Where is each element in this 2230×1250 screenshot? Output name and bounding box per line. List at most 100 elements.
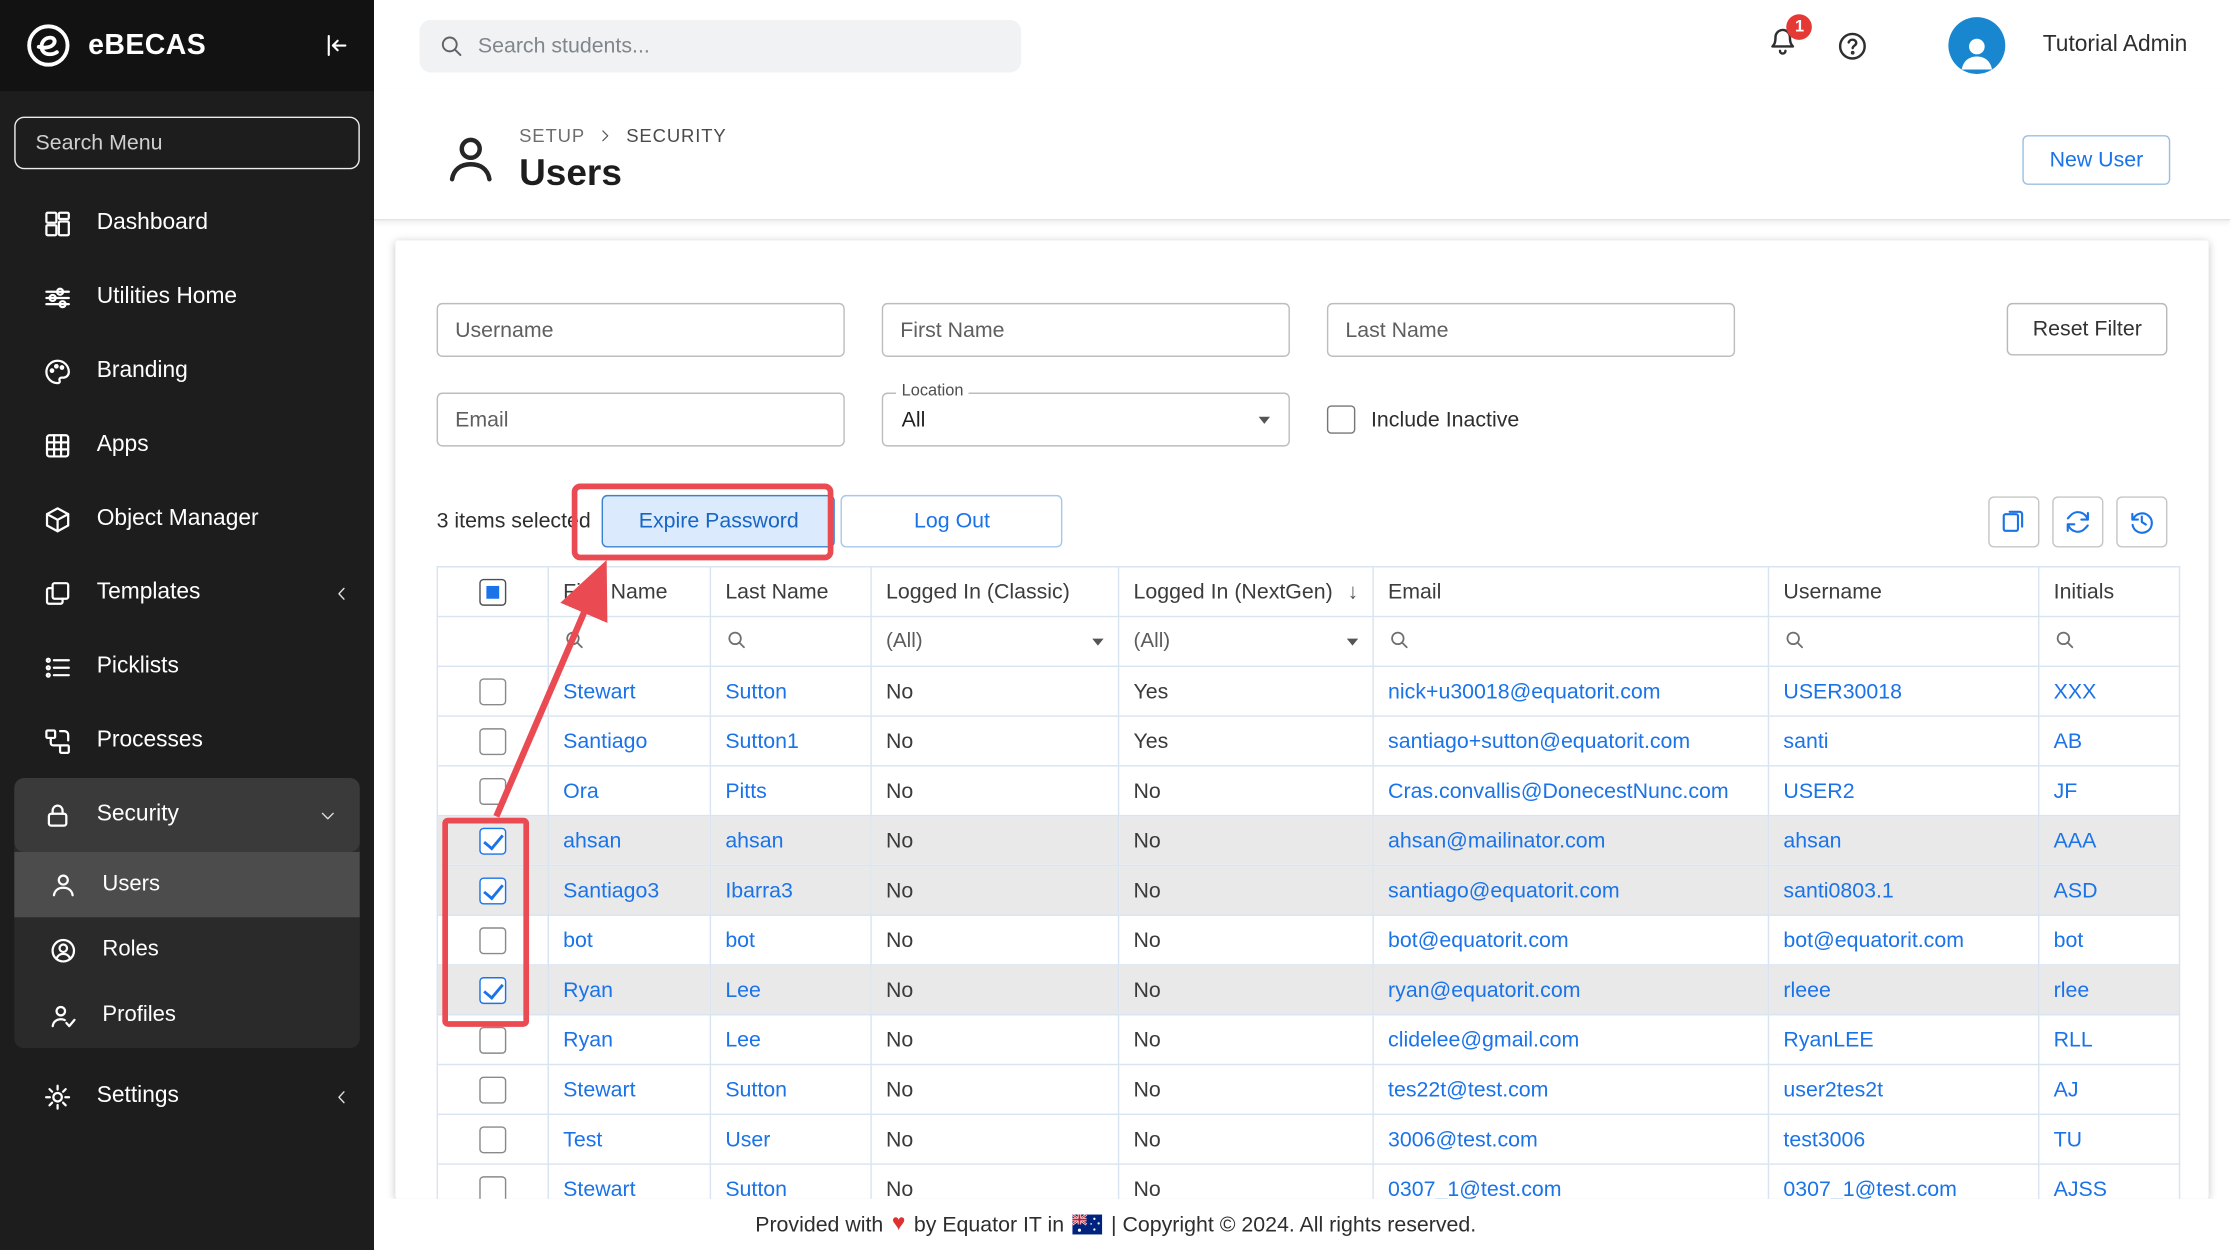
export-button[interactable]: [1988, 496, 2039, 547]
cell-last-name[interactable]: Lee: [710, 965, 871, 1015]
filter-email[interactable]: [1373, 617, 1768, 667]
cell-initials[interactable]: bot: [2039, 915, 2180, 965]
cell-first-name[interactable]: Ora: [548, 766, 710, 816]
cell-username[interactable]: ahsan: [1768, 816, 2038, 866]
cell-first-name[interactable]: Ryan: [548, 1015, 710, 1065]
sidebar-item-settings[interactable]: Settings: [0, 1060, 374, 1134]
sidebar-item-processes[interactable]: Processes: [0, 704, 374, 778]
column-header-initials[interactable]: Initials: [2039, 567, 2180, 617]
cell-email[interactable]: Cras.convallis@DonecestNunc.com: [1373, 766, 1768, 816]
collapse-sidebar-icon[interactable]: [323, 31, 351, 59]
cell-email[interactable]: ryan@equatorit.com: [1373, 965, 1768, 1015]
cell-username[interactable]: santi: [1768, 716, 2038, 766]
cell-first-name[interactable]: Ryan: [548, 965, 710, 1015]
help-icon[interactable]: [1837, 29, 1870, 62]
logout-button[interactable]: Log Out: [841, 495, 1063, 548]
cell-first-name[interactable]: ahsan: [548, 816, 710, 866]
row-checkbox[interactable]: [479, 777, 506, 804]
filter-logged-in-classic[interactable]: (All): [871, 617, 1118, 667]
column-header-logged-in-nextgen[interactable]: Logged In (NextGen)↓: [1119, 567, 1374, 617]
cell-first-name[interactable]: Stewart: [548, 1164, 710, 1199]
cell-initials[interactable]: ASD: [2039, 865, 2180, 915]
cell-last-name[interactable]: Lee: [710, 1015, 871, 1065]
row-checkbox[interactable]: [479, 678, 506, 705]
cell-initials[interactable]: TU: [2039, 1114, 2180, 1164]
location-select[interactable]: Location All: [882, 393, 1290, 447]
cell-username[interactable]: rleee: [1768, 965, 2038, 1015]
cell-first-name[interactable]: bot: [548, 915, 710, 965]
cell-username[interactable]: test3006: [1768, 1114, 2038, 1164]
cell-initials[interactable]: AJ: [2039, 1065, 2180, 1115]
cell-first-name[interactable]: Santiago: [548, 716, 710, 766]
sidebar-search-input[interactable]: [14, 117, 360, 170]
cell-email[interactable]: santiago+sutton@equatorit.com: [1373, 716, 1768, 766]
breadcrumb-security[interactable]: SECURITY: [626, 124, 726, 145]
sidebar-item-utilities-home[interactable]: Utilities Home: [0, 260, 374, 334]
cell-last-name[interactable]: User: [710, 1114, 871, 1164]
email-filter-input[interactable]: [437, 393, 845, 447]
student-search[interactable]: [420, 19, 1022, 72]
sidebar-item-profiles[interactable]: Profiles: [14, 983, 360, 1048]
cell-initials[interactable]: AAA: [2039, 816, 2180, 866]
column-header-username[interactable]: Username: [1768, 567, 2038, 617]
avatar[interactable]: [1949, 17, 2006, 74]
cell-last-name[interactable]: Sutton1: [710, 716, 871, 766]
sidebar-item-apps[interactable]: Apps: [0, 408, 374, 482]
cell-last-name[interactable]: ahsan: [710, 816, 871, 866]
column-header-last-name[interactable]: Last Name: [710, 567, 871, 617]
cell-last-name[interactable]: Sutton: [710, 1164, 871, 1199]
filter-last-name[interactable]: [710, 617, 871, 667]
row-checkbox[interactable]: [479, 727, 506, 754]
cell-username[interactable]: USER30018: [1768, 666, 2038, 716]
new-user-button[interactable]: New User: [2023, 134, 2171, 184]
cell-last-name[interactable]: Pitts: [710, 766, 871, 816]
filter-initials[interactable]: [2039, 617, 2180, 667]
cell-initials[interactable]: AB: [2039, 716, 2180, 766]
cell-first-name[interactable]: Stewart: [548, 1065, 710, 1115]
include-inactive-checkbox[interactable]: [1327, 405, 1355, 433]
sidebar-item-security[interactable]: Security: [14, 778, 360, 852]
student-search-input[interactable]: [478, 33, 1003, 57]
sidebar-item-dashboard[interactable]: Dashboard: [0, 186, 374, 260]
sidebar-item-roles[interactable]: Roles: [14, 917, 360, 982]
sidebar-item-templates[interactable]: Templates: [0, 556, 374, 630]
filter-first-name[interactable]: [548, 617, 710, 667]
cell-email[interactable]: 3006@test.com: [1373, 1114, 1768, 1164]
history-button[interactable]: [2116, 496, 2167, 547]
cell-username[interactable]: user2tes2t: [1768, 1065, 2038, 1115]
sidebar-item-branding[interactable]: Branding: [0, 334, 374, 408]
row-checkbox[interactable]: [479, 877, 506, 904]
cell-first-name[interactable]: Stewart: [548, 666, 710, 716]
cell-initials[interactable]: JF: [2039, 766, 2180, 816]
row-checkbox[interactable]: [479, 827, 506, 854]
row-checkbox[interactable]: [479, 927, 506, 954]
cell-email[interactable]: bot@equatorit.com: [1373, 915, 1768, 965]
cell-first-name[interactable]: Santiago3: [548, 865, 710, 915]
sidebar-item-users[interactable]: Users: [14, 852, 360, 917]
cell-username[interactable]: RyanLEE: [1768, 1015, 2038, 1065]
cell-initials[interactable]: XXX: [2039, 666, 2180, 716]
select-all-checkbox[interactable]: [479, 578, 506, 605]
cell-email[interactable]: clidelee@gmail.com: [1373, 1015, 1768, 1065]
filter-logged-in-nextgen[interactable]: (All): [1119, 617, 1374, 667]
sidebar-item-object-manager[interactable]: Object Manager: [0, 482, 374, 556]
cell-email[interactable]: 0307_1@test.com: [1373, 1164, 1768, 1199]
reset-filter-button[interactable]: Reset Filter: [2007, 303, 2167, 356]
cell-email[interactable]: ahsan@mailinator.com: [1373, 816, 1768, 866]
cell-username[interactable]: USER2: [1768, 766, 2038, 816]
row-checkbox[interactable]: [479, 1026, 506, 1053]
column-header-email[interactable]: Email: [1373, 567, 1768, 617]
cell-first-name[interactable]: Test: [548, 1114, 710, 1164]
filter-username[interactable]: [1768, 617, 2038, 667]
cell-initials[interactable]: RLL: [2039, 1015, 2180, 1065]
first-name-filter-input[interactable]: [882, 303, 1290, 357]
column-header-logged-in-classic[interactable]: Logged In (Classic): [871, 567, 1118, 617]
cell-last-name[interactable]: Sutton: [710, 1065, 871, 1115]
cell-last-name[interactable]: Sutton: [710, 666, 871, 716]
cell-email[interactable]: santiago@equatorit.com: [1373, 865, 1768, 915]
cell-username[interactable]: bot@equatorit.com: [1768, 915, 2038, 965]
breadcrumb-setup[interactable]: SETUP: [519, 124, 585, 145]
sidebar-item-picklists[interactable]: Picklists: [0, 630, 374, 704]
row-checkbox[interactable]: [479, 976, 506, 1003]
cell-username[interactable]: 0307_1@test.com: [1768, 1164, 2038, 1199]
